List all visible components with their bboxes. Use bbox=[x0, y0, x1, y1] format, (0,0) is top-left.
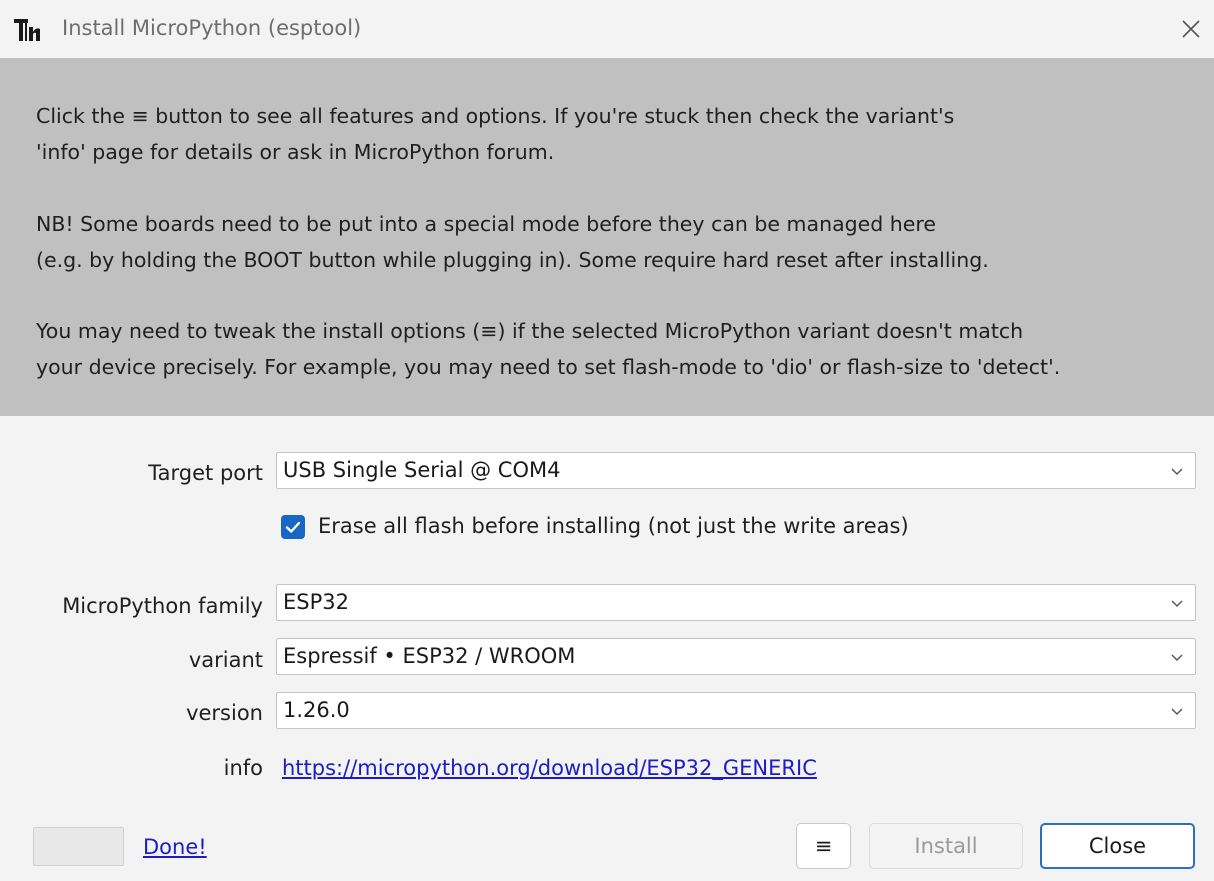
window-title: Install MicroPython (esptool) bbox=[62, 16, 362, 40]
close-button[interactable]: Close bbox=[1040, 823, 1195, 869]
version-value: 1.26.0 bbox=[283, 698, 350, 722]
progress-bar bbox=[33, 827, 124, 866]
target-port-label: Target port bbox=[148, 461, 263, 485]
variant-info-link[interactable]: https://micropython.org/download/ESP32_G… bbox=[282, 756, 817, 780]
erase-flash-label[interactable]: Erase all flash before installing (not j… bbox=[318, 514, 909, 538]
thonny-app-icon bbox=[14, 19, 40, 41]
chevron-down-icon bbox=[1171, 654, 1183, 661]
variant-label: variant bbox=[188, 648, 263, 672]
close-window-icon[interactable] bbox=[1176, 14, 1206, 44]
family-value: ESP32 bbox=[283, 590, 349, 614]
variant-select[interactable]: Espressif • ESP32 / WROOM bbox=[276, 638, 1196, 675]
info-line-3: NB! Some boards need to be put into a sp… bbox=[36, 212, 936, 236]
target-port-select[interactable]: USB Single Serial @ COM4 bbox=[276, 452, 1196, 489]
erase-flash-checkbox[interactable] bbox=[281, 515, 305, 539]
chevron-down-icon bbox=[1171, 600, 1183, 607]
family-select[interactable]: ESP32 bbox=[276, 584, 1196, 621]
info-panel: Click the ≡ button to see all features a… bbox=[0, 58, 1214, 416]
checkmark-icon bbox=[285, 521, 301, 533]
info-line-2: 'info' page for details or ask in MicroP… bbox=[36, 140, 555, 164]
info-label: info bbox=[223, 756, 263, 780]
install-button: Install bbox=[869, 823, 1023, 869]
chevron-down-icon bbox=[1171, 468, 1183, 475]
options-menu-button[interactable]: ≡ bbox=[796, 823, 851, 869]
title-bar: Install MicroPython (esptool) bbox=[0, 0, 1214, 58]
chevron-down-icon bbox=[1171, 708, 1183, 715]
info-line-5: You may need to tweak the install option… bbox=[36, 319, 1024, 343]
info-line-1: Click the ≡ button to see all features a… bbox=[36, 104, 955, 128]
info-line-6: your device precisely. For example, you … bbox=[36, 355, 1061, 379]
version-label: version bbox=[186, 701, 263, 725]
target-port-value: USB Single Serial @ COM4 bbox=[283, 458, 561, 482]
variant-value: Espressif • ESP32 / WROOM bbox=[283, 644, 576, 668]
family-label: MicroPython family bbox=[62, 594, 263, 618]
version-select[interactable]: 1.26.0 bbox=[276, 692, 1196, 729]
done-status-link[interactable]: Done! bbox=[143, 835, 207, 859]
info-line-4: (e.g. by holding the BOOT button while p… bbox=[36, 248, 989, 272]
